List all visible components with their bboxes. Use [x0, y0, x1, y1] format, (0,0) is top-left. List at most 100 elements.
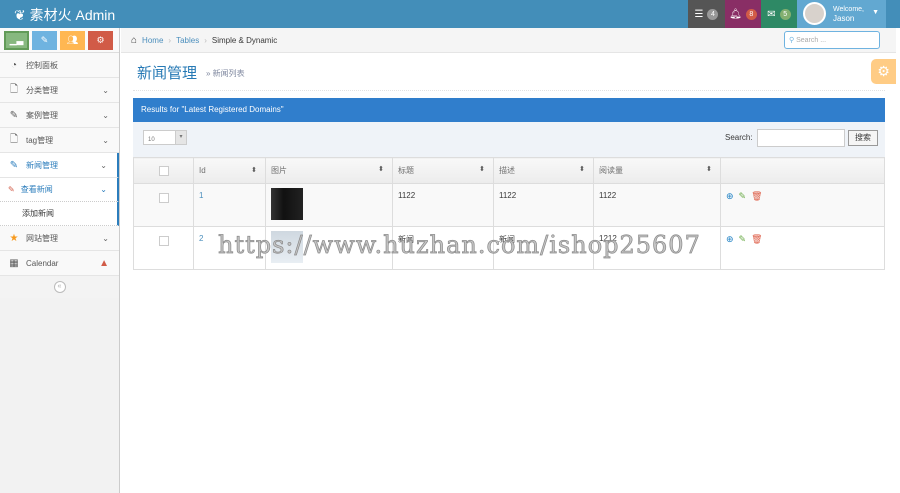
sidebar: ▁▃ ✎ 👥︎ ⚙ ◔ 控制面板 🗋︎ 分类管理 ⌄ ✎ 案例管理 ⌄ 🗋︎ tag管理 ⌄ … — [0, 28, 120, 493]
table-search-input[interactable] — [757, 129, 845, 147]
stats-shortcut[interactable]: ▁▃ — [4, 31, 29, 50]
sidebar-item-label: 控制面板 — [26, 60, 58, 70]
envelope-icon: ✉ — [767, 8, 776, 20]
sidebar-collapse[interactable]: « — [0, 276, 119, 298]
separator-icon: › — [204, 35, 207, 45]
settings-gear-button[interactable]: ⚙ — [871, 59, 896, 84]
avatar — [803, 2, 826, 25]
watermark-text: https://www.huzhan.com/ishop25607 — [218, 231, 701, 260]
separator-icon: › — [168, 35, 172, 45]
row-id-link[interactable]: 2 — [199, 234, 203, 243]
chevron-down-icon: ⌄ — [102, 110, 109, 120]
sidebar-item-categories[interactable]: 🗋︎ 分类管理 ⌄ — [0, 78, 119, 103]
sidebar-subitem-add-news[interactable]: 添加新闻 — [0, 202, 119, 226]
column-desc[interactable]: 描述 ⬍ — [493, 157, 594, 184]
page-subtitle: » 新闻列表 — [206, 69, 245, 78]
column-label: 图片 — [271, 166, 287, 175]
row-title: 1122 — [392, 183, 494, 227]
row-checkbox[interactable] — [158, 193, 169, 203]
select-all-checkbox[interactable] — [158, 165, 169, 176]
file-icon: 🗋︎ — [9, 83, 19, 95]
news-thumbnail — [271, 188, 303, 220]
edit-icon: ✎ — [9, 109, 19, 121]
pencil-icon[interactable]: ✎ — [739, 191, 747, 202]
breadcrumb-home[interactable]: Home — [142, 36, 163, 45]
sidebar-item-label: 查看新闻 — [20, 185, 53, 194]
notifications-button[interactable]: 🔔︎ 8 — [725, 0, 761, 28]
sidebar-item-label: 网站管理 — [26, 233, 58, 243]
page-title: 新闻管理 — [137, 65, 198, 82]
sidebar-item-tags[interactable]: 🗋︎ tag管理 ⌄ — [0, 128, 119, 153]
tasks-icon: ☰ — [694, 8, 704, 20]
dashboard-icon: ◔ — [10, 59, 18, 71]
row-desc: 1122 — [493, 183, 594, 227]
sidebar-item-label: tag管理 — [26, 135, 54, 145]
table-row: 1 1122 1122 1122 ⊕ ✎ 🗑︎ — [133, 183, 885, 227]
sidebar-item-label: 分类管理 — [26, 85, 58, 95]
settings-shortcut[interactable]: ⚙ — [88, 31, 113, 50]
sidebar-item-calendar[interactable]: ▦ Calendar ▲ — [0, 251, 119, 276]
pencil-icon: ✎ — [40, 35, 49, 45]
row-checkbox[interactable] — [158, 236, 169, 246]
breadcrumb-current: Simple & Dynamic — [211, 35, 278, 45]
edit-shortcut[interactable]: ✎ — [32, 31, 57, 50]
page-size-select[interactable]: 10 ▾ — [143, 130, 187, 145]
calendar-icon: ▦ — [9, 257, 19, 269]
column-image[interactable]: 图片 ⬍ — [265, 157, 393, 184]
sidebar-item-dashboard[interactable]: ◔ 控制面板 — [0, 53, 119, 78]
sort-icon: ⬍ — [378, 166, 384, 173]
breadcrumb-tables[interactable]: Tables — [176, 36, 199, 45]
sidebar-subitem-view-news[interactable]: ✎ 查看新闻 ⌄ — [0, 178, 119, 202]
sidebar-item-label: Calendar — [26, 258, 59, 268]
star-icon: ★ — [9, 232, 19, 244]
sidebar-item-cases[interactable]: ✎ 案例管理 ⌄ — [0, 103, 119, 128]
zoom-in-icon[interactable]: ⊕ — [726, 234, 734, 245]
nav-search-input[interactable]: ⚲ Search ... — [784, 31, 880, 49]
messages-badge: 5 — [779, 8, 791, 20]
trash-icon[interactable]: 🗑︎ — [751, 234, 762, 245]
zoom-in-icon[interactable]: ⊕ — [726, 191, 734, 202]
search-icon: ⚲ — [789, 37, 795, 44]
home-icon: ⌂ — [131, 34, 138, 46]
trash-icon[interactable]: 🗑︎ — [751, 191, 762, 202]
column-label: 描述 — [499, 166, 515, 175]
sort-icon: ⬍ — [706, 166, 712, 173]
brand[interactable]: ❦ 素材火 Admin — [14, 5, 115, 25]
tasks-button[interactable]: ☰ 4 — [688, 0, 725, 28]
column-title[interactable]: 标题 ⬍ — [392, 157, 494, 184]
sort-icon: ⬍ — [579, 166, 585, 173]
column-label: 标题 — [398, 166, 414, 175]
column-label: 阅读量 — [599, 166, 623, 175]
sidebar-item-label: 案例管理 — [26, 110, 58, 120]
leaf-icon: ❦ — [14, 7, 26, 23]
messages-button[interactable]: ✉ 5 — [761, 0, 797, 28]
users-shortcut[interactable]: 👥︎ — [60, 31, 85, 50]
welcome-text: Welcome, — [833, 6, 864, 13]
file-icon: 🗋︎ — [9, 133, 19, 145]
double-left-icon: « — [53, 281, 66, 293]
user-menu[interactable]: Welcome, Jason ▼ — [797, 0, 886, 28]
sort-icon: ⬍ — [479, 166, 485, 173]
sidebar-item-label: 新闻管理 — [26, 160, 58, 170]
sort-icon: ⬍ — [251, 167, 257, 174]
column-views[interactable]: 阅读量 ⬍ — [593, 157, 721, 184]
table-title: Results for "Latest Registered Domains" — [133, 98, 885, 122]
row-id-link[interactable]: 1 — [199, 191, 203, 200]
search-placeholder: Search ... — [796, 37, 827, 44]
users-icon: 👥︎ — [66, 35, 79, 45]
column-id[interactable]: Id ⬍ — [193, 157, 266, 184]
brand-name: 素材火 Admin — [29, 7, 116, 23]
tasks-badge: 4 — [707, 8, 719, 20]
sidebar-item-news[interactable]: ✎ 新闻管理 ⌄ — [0, 153, 119, 178]
pencil-icon[interactable]: ✎ — [739, 234, 747, 245]
notifications-badge: 8 — [745, 8, 757, 20]
sidebar-item-site[interactable]: ★ 网站管理 ⌄ — [0, 226, 119, 251]
column-actions — [720, 157, 885, 184]
chevron-down-icon: ⌄ — [102, 233, 109, 243]
warning-icon: ▲ — [99, 257, 109, 269]
bell-icon: 🔔︎ — [729, 8, 742, 20]
chevron-down-icon: ⌄ — [102, 85, 109, 95]
signal-icon: ▁▃ — [9, 35, 24, 45]
column-label: Id — [199, 166, 206, 175]
search-button[interactable]: 搜索 — [848, 130, 878, 146]
